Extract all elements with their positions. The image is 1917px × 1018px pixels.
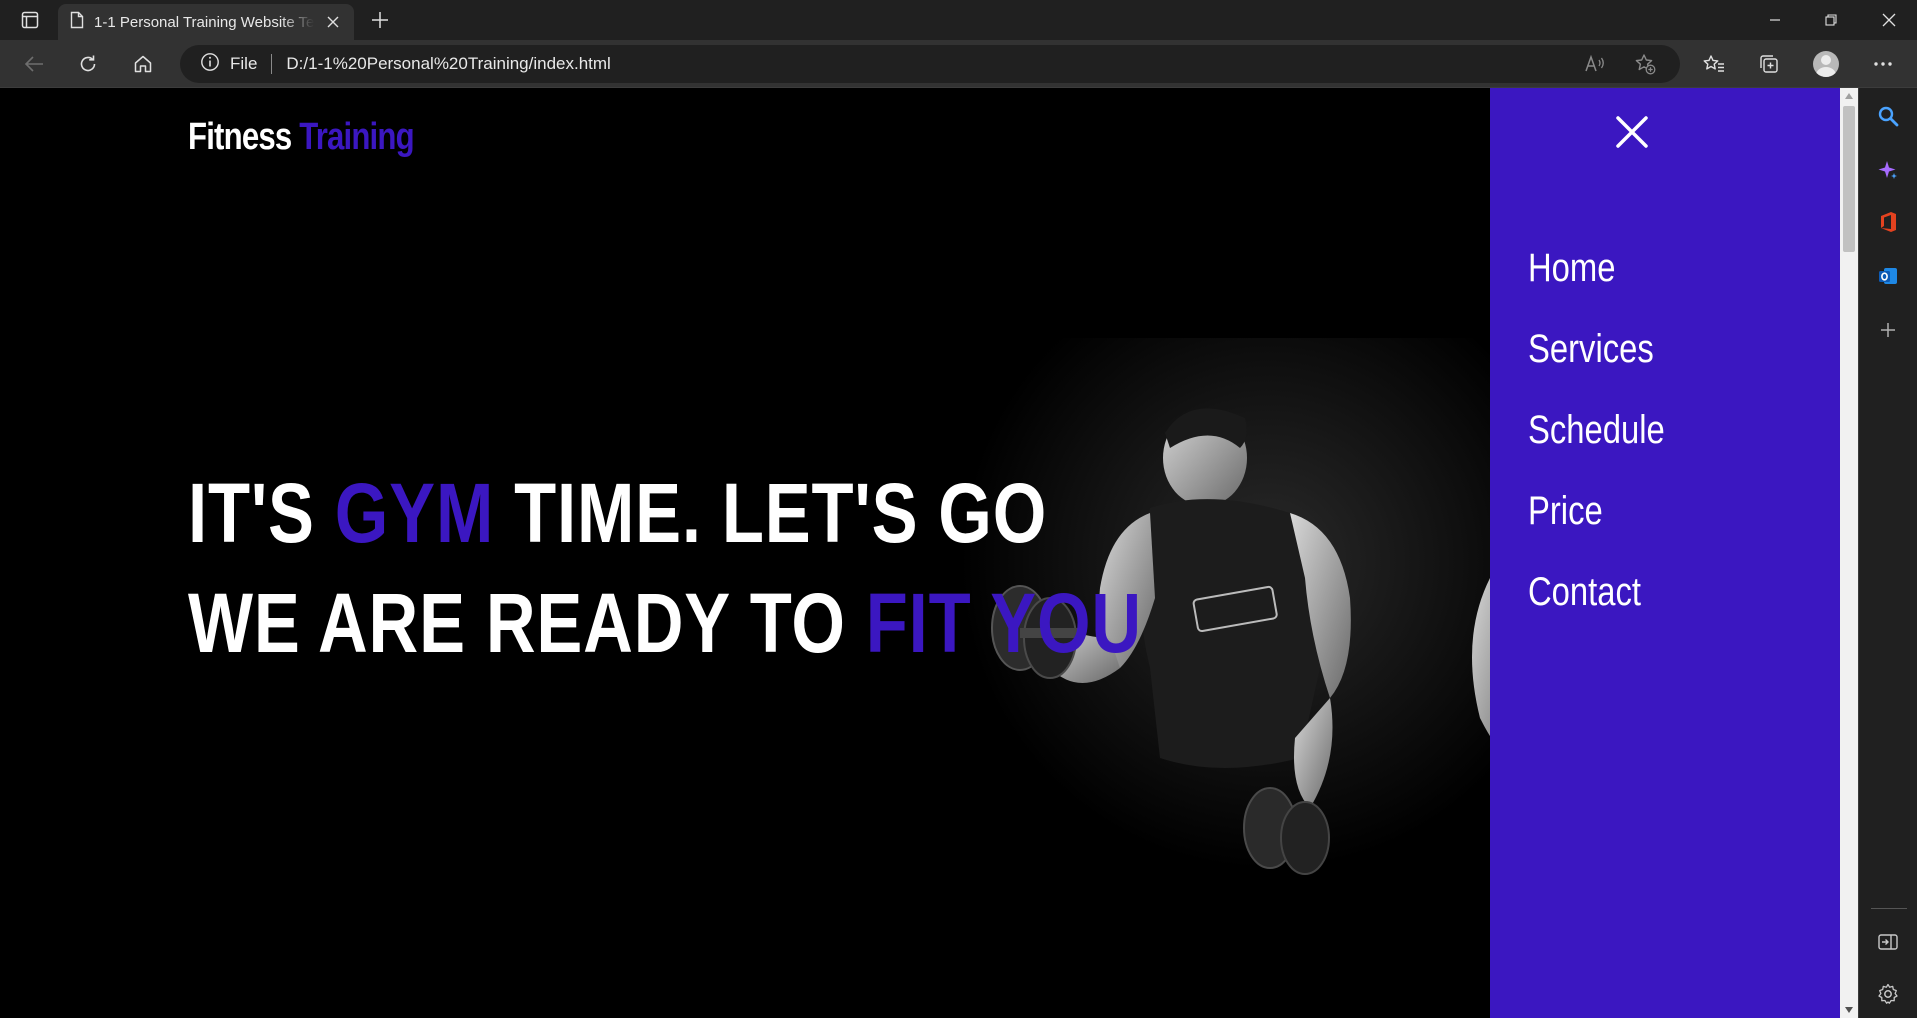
more-options-icon[interactable] — [1867, 48, 1899, 80]
nav-list: Home Services Schedule Price Contact — [1528, 228, 1695, 633]
nav-home[interactable]: Home — [1528, 228, 1665, 309]
restore-icon[interactable] — [1804, 0, 1858, 40]
profile-avatar[interactable] — [1810, 48, 1842, 80]
sidebar-divider — [1871, 908, 1907, 909]
avatar — [1813, 51, 1839, 77]
hero-line-1-pre: IT'S — [188, 466, 335, 560]
back-icon[interactable] — [18, 48, 50, 80]
hide-sidebar-icon[interactable] — [1872, 926, 1904, 958]
outlook-icon[interactable] — [1872, 260, 1904, 292]
add-sidebar-app-icon[interactable] — [1872, 314, 1904, 346]
active-tab[interactable]: 1-1 Personal Training Website Template — [58, 4, 354, 40]
hero-line-1-post: TIME. LET'S GO — [494, 466, 1048, 560]
scroll-down-icon[interactable] — [1840, 1002, 1858, 1018]
new-tab-icon[interactable] — [366, 6, 394, 34]
close-icon[interactable] — [1612, 112, 1652, 152]
close-window-icon[interactable] — [1862, 0, 1916, 40]
hero-line-1-accent: GYM — [334, 466, 495, 560]
favorites-icon[interactable] — [1698, 48, 1730, 80]
hero-heading: IT'S GYM TIME. LET'S GO WE ARE READY TO … — [188, 458, 1351, 678]
office-icon[interactable] — [1872, 206, 1904, 238]
hero-line-2-accent: FIT YOU — [865, 576, 1142, 670]
read-aloud-icon[interactable] — [1580, 49, 1610, 79]
side-nav-menu: Home Services Schedule Price Contact — [1490, 88, 1840, 1018]
address-divider — [271, 54, 273, 74]
refresh-icon[interactable] — [72, 48, 104, 80]
browser-sidebar — [1858, 88, 1917, 1018]
tab-strip: 1-1 Personal Training Website Template — [0, 0, 1917, 40]
hero-line-2: WE ARE READY TO FIT YOU — [188, 568, 1142, 678]
info-icon[interactable] — [200, 52, 220, 76]
scheme-label: File — [230, 54, 258, 73]
nav-services[interactable]: Services — [1528, 309, 1665, 390]
search-icon[interactable] — [1872, 100, 1904, 132]
home-icon[interactable] — [127, 48, 159, 80]
logo-word-2: Training — [299, 116, 414, 158]
hero-line-2-pre: WE ARE READY TO — [188, 576, 866, 670]
settings-gear-icon[interactable] — [1872, 978, 1904, 1010]
toolbar: File D:/1-1%20Personal%20Training/index.… — [0, 40, 1917, 88]
nav-schedule[interactable]: Schedule — [1528, 390, 1665, 471]
scroll-thumb[interactable] — [1843, 106, 1855, 252]
logo-word-1: Fitness — [188, 116, 292, 158]
nav-price[interactable]: Price — [1528, 471, 1665, 552]
tab-actions-icon[interactable] — [14, 8, 46, 32]
url-text[interactable]: D:/1-1%20Personal%20Training/index.html — [286, 54, 610, 74]
site-logo[interactable]: Fitness Training — [188, 116, 415, 159]
scroll-up-icon[interactable] — [1840, 88, 1858, 104]
hero-line-1: IT'S GYM TIME. LET'S GO — [188, 458, 1142, 568]
add-favorite-icon[interactable] — [1630, 49, 1660, 79]
tab-close-icon[interactable] — [324, 13, 342, 31]
copilot-icon[interactable] — [1872, 154, 1904, 186]
collections-icon[interactable] — [1753, 48, 1785, 80]
tab-title: 1-1 Personal Training Website Template — [94, 13, 314, 31]
address-bar[interactable]: File D:/1-1%20Personal%20Training/index.… — [180, 45, 1680, 83]
nav-contact[interactable]: Contact — [1528, 552, 1665, 633]
page-viewport: Fitness Training IT'S GYM TIME. LET'S GO… — [0, 88, 1840, 1018]
page-icon — [70, 11, 84, 33]
page-scrollbar[interactable] — [1840, 88, 1858, 1018]
minimize-icon[interactable] — [1748, 0, 1802, 40]
